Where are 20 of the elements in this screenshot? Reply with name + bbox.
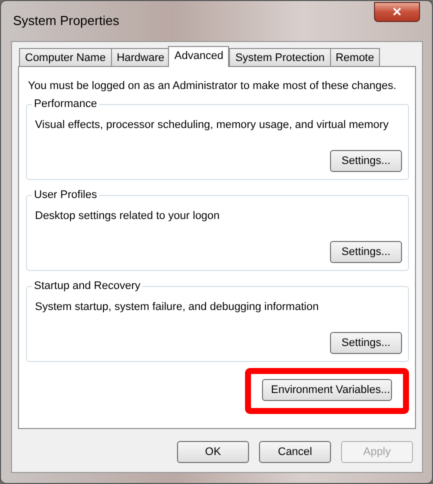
window-title: System Properties <box>12 12 120 30</box>
tab[interactable]: Hardware <box>110 48 170 66</box>
settings-button[interactable]: Settings... <box>330 150 402 172</box>
tab[interactable]: System Protection <box>229 48 331 66</box>
group-title: Performance <box>32 96 99 110</box>
tab[interactable]: Remote <box>330 48 380 66</box>
group-description: System startup, system failure, and debugging information <box>35 300 320 314</box>
dialog-button[interactable]: Cancel <box>259 441 331 463</box>
environment-variables-button[interactable]: Environment Variables... <box>262 378 392 400</box>
close-button[interactable]: ✕ <box>374 2 420 22</box>
group-description: Desktop settings related to your logon <box>35 208 221 224</box>
tab[interactable]: Advanced <box>168 46 230 67</box>
settings-button[interactable]: Settings... <box>330 241 402 263</box>
group-title: Startup and Recovery <box>32 278 142 292</box>
group-description: Visual effects, processor scheduling, memory usage, and virtual memory <box>35 118 390 132</box>
dialog-button[interactable]: OK <box>177 441 249 463</box>
group-title: User Profiles <box>32 188 99 202</box>
notice-text: You must be logged on as an Administrator to make most of these changes. <box>27 79 398 94</box>
settings-button[interactable]: Settings... <box>330 332 402 354</box>
tab[interactable]: Computer Name <box>19 48 112 66</box>
